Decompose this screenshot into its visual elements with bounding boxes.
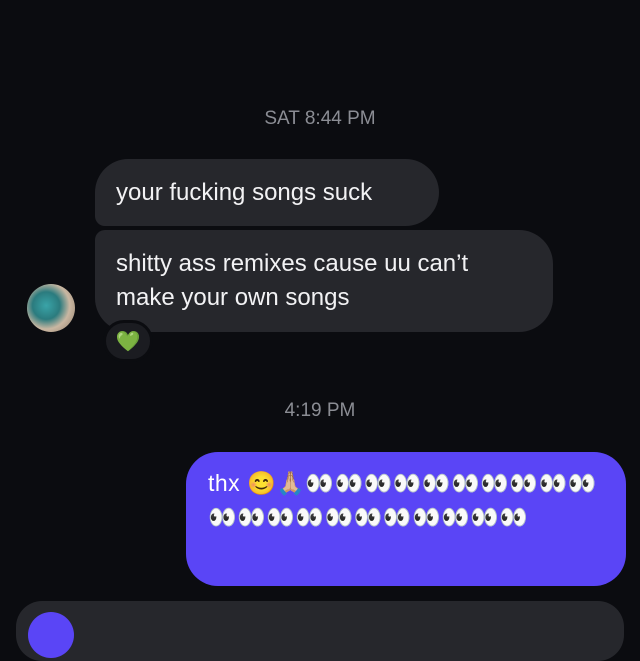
camera-icon[interactable] bbox=[28, 612, 74, 658]
reaction-badge[interactable]: 💚 bbox=[103, 320, 153, 362]
outgoing-message[interactable]: thx 😊🙏🏼👀👀👀👀👀👀👀👀👀👀👀👀👀👀👀👀👀👀👀👀👀 bbox=[186, 452, 626, 586]
timestamp: SAT 8:44 PM bbox=[264, 108, 376, 129]
outgoing-message-text: thx 😊🙏🏼👀👀👀👀👀👀👀👀👀👀👀👀👀👀👀👀👀👀👀👀👀 bbox=[208, 470, 597, 530]
avatar[interactable] bbox=[27, 284, 75, 332]
green-heart-icon: 💚 bbox=[115, 329, 141, 353]
timestamp: 4:19 PM bbox=[284, 400, 356, 421]
message-composer[interactable] bbox=[16, 601, 624, 661]
incoming-message[interactable]: your fucking songs suck bbox=[95, 159, 439, 226]
incoming-message[interactable]: shitty ass remixes cause uu can’t make y… bbox=[95, 230, 553, 332]
